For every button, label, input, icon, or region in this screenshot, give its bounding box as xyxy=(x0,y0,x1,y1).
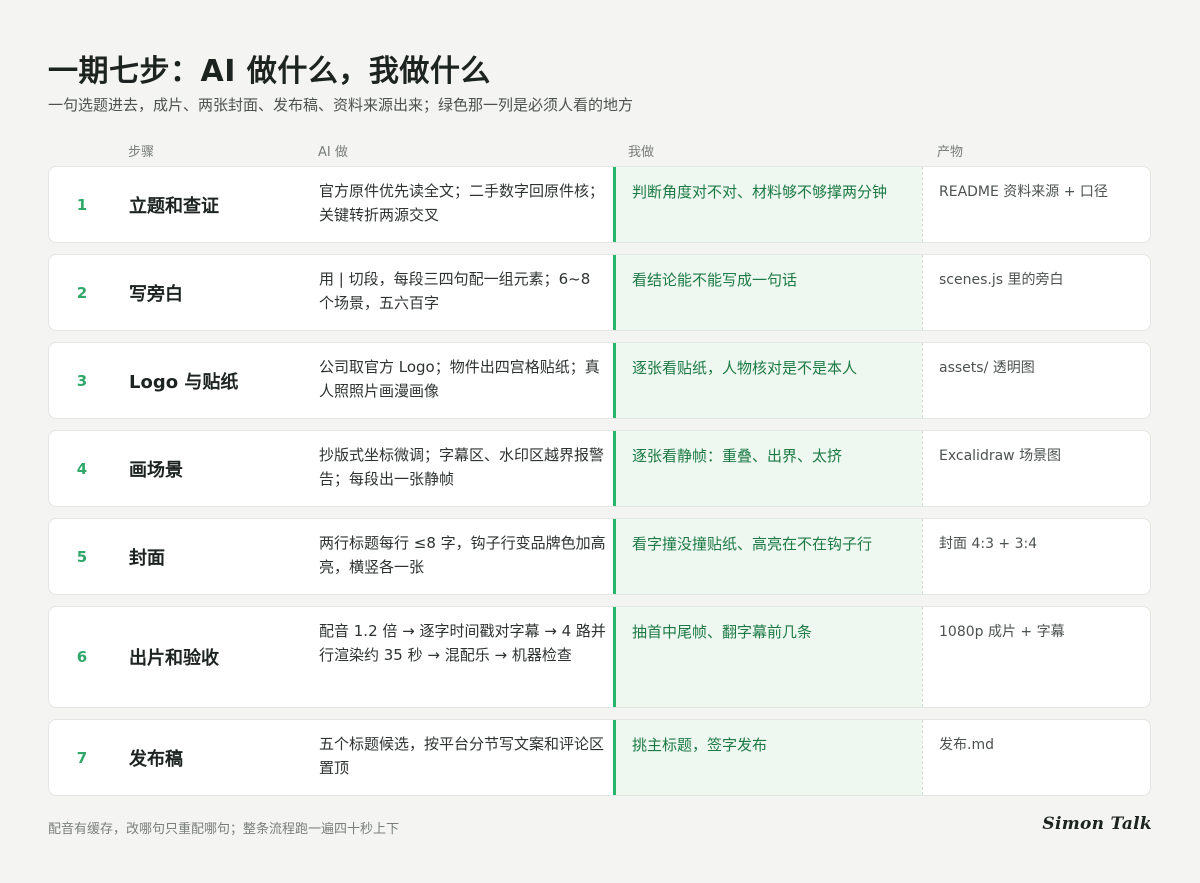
step-row: 5 封面 两行标题每行 ≤8 字，钩子行变品牌色加高亮，横竖各一张 看字撞没撞贴… xyxy=(48,518,1151,595)
ai-task: 用 | 切段，每段三四句配一组元素；6~8 个场景，五六百字 xyxy=(319,270,591,312)
human-task: 看字撞没撞贴纸、高亮在不在钩子行 xyxy=(613,519,922,594)
step-row: 7 发布稿 五个标题候选，按平台分节写文案和评论区置顶 挑主标题，签字发布 发布… xyxy=(48,719,1151,796)
step-row: 6 出片和验收 配音 1.2 倍 → 逐字时间戳对字幕 → 4 路并行渲染约 3… xyxy=(48,606,1151,708)
step-number: 6 xyxy=(76,648,88,666)
step-output: 封面 4:3 + 3:4 xyxy=(922,519,1150,594)
step-name: 封面 xyxy=(129,547,165,569)
human-task: 判断角度对不对、材料够不够撑两分钟 xyxy=(613,167,922,242)
step-number: 1 xyxy=(76,195,88,214)
page-title: 一期七步：AI 做什么，我做什么 xyxy=(48,54,491,89)
ai-task: 五个标题候选，按平台分节写文案和评论区置顶 xyxy=(319,735,605,777)
step-name: 立题和查证 xyxy=(129,195,219,217)
human-task: 看结论能不能写成一句话 xyxy=(613,255,922,330)
step-row: 2 写旁白 用 | 切段，每段三四句配一组元素；6~8 个场景，五六百字 看结论… xyxy=(48,254,1151,331)
step-row: 1 立题和查证 官方原件优先读全文；二手数字回原件核；关键转折两源交叉 判断角度… xyxy=(48,166,1151,243)
column-header-me: 我做 xyxy=(628,145,655,160)
ai-task: 配音 1.2 倍 → 逐字时间戳对字幕 → 4 路并行渲染约 35 秒 → 混配… xyxy=(319,622,606,664)
step-output: Excalidraw 场景图 xyxy=(922,431,1150,506)
step-output: scenes.js 里的旁白 xyxy=(922,255,1150,330)
step-number: 4 xyxy=(76,459,88,478)
step-output: 发布.md xyxy=(922,720,1150,795)
human-task: 挑主标题，签字发布 xyxy=(613,720,922,795)
human-task: 抽首中尾帧、翻字幕前几条 xyxy=(613,607,922,707)
step-number: 3 xyxy=(76,371,88,390)
step-name: 画场景 xyxy=(129,459,183,481)
step-row: 3 Logo 与贴纸 公司取官方 Logo；物件出四宫格贴纸；真人照照片画漫画像… xyxy=(48,342,1151,419)
column-headers: 步骤 AI 做 我做 产物 xyxy=(48,141,1151,160)
step-name: 发布稿 xyxy=(129,748,183,770)
step-row: 4 画场景 抄版式坐标微调；字幕区、水印区越界报警告；每段出一张静帧 逐张看静帧… xyxy=(48,430,1151,507)
step-name: Logo 与贴纸 xyxy=(129,371,239,393)
human-task: 逐张看贴纸，人物核对是不是本人 xyxy=(613,343,922,418)
step-output: assets/ 透明图 xyxy=(922,343,1150,418)
column-header-ai: AI 做 xyxy=(318,145,348,160)
steps-table: 1 立题和查证 官方原件优先读全文；二手数字回原件核；关键转折两源交叉 判断角度… xyxy=(48,166,1151,807)
ai-task: 抄版式坐标微调；字幕区、水印区越界报警告；每段出一张静帧 xyxy=(319,446,605,488)
ai-task: 公司取官方 Logo；物件出四宫格贴纸；真人照照片画漫画像 xyxy=(319,358,600,400)
step-output: 1080p 成片 + 字幕 xyxy=(922,607,1150,707)
page-subtitle: 一句选题进去，成片、两张封面、发布稿、资料来源出来；绿色那一列是必须人看的地方 xyxy=(48,96,634,114)
ai-task: 官方原件优先读全文；二手数字回原件核；关键转折两源交叉 xyxy=(319,182,605,224)
step-name: 出片和验收 xyxy=(129,648,219,669)
step-output: README 资料来源 + 口径 xyxy=(922,167,1150,242)
step-number: 5 xyxy=(76,547,88,566)
column-header-step: 步骤 xyxy=(128,145,155,160)
signature-logo: Simon Talk xyxy=(1042,814,1152,834)
column-header-output: 产物 xyxy=(937,145,964,160)
human-task: 逐张看静帧：重叠、出界、太挤 xyxy=(613,431,922,506)
step-number: 7 xyxy=(76,748,88,767)
step-number: 2 xyxy=(76,283,88,302)
footer-note: 配音有缓存，改哪句只重配哪句；整条流程跑一遍四十秒上下 xyxy=(48,822,400,837)
step-name: 写旁白 xyxy=(129,283,183,305)
ai-task: 两行标题每行 ≤8 字，钩子行变品牌色加高亮，横竖各一张 xyxy=(319,534,606,576)
